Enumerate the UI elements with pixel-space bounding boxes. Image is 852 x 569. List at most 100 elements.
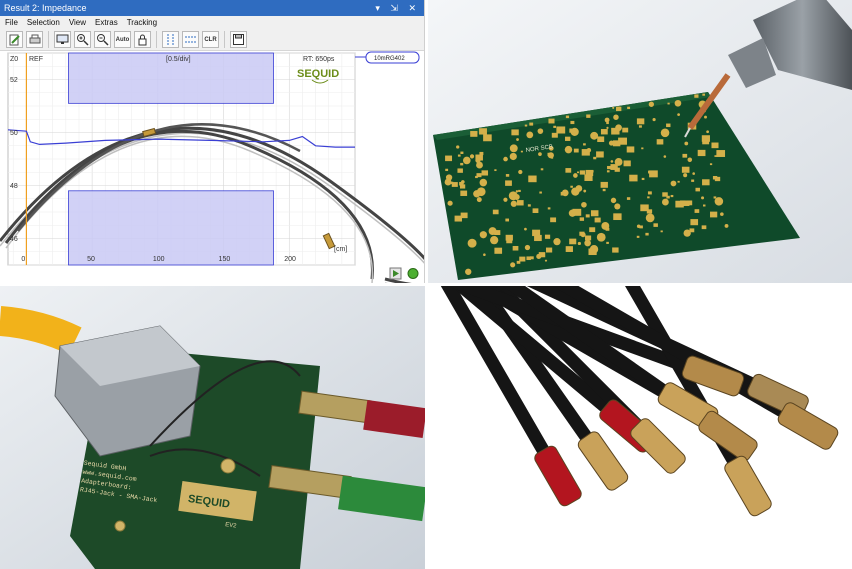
pcb-pad (605, 227, 610, 231)
pcb-pad (706, 130, 709, 134)
pcb-pad (683, 173, 688, 178)
pcb-pad (701, 225, 707, 230)
pcb-pad (566, 146, 570, 150)
pcb-pad (616, 106, 622, 112)
pcb-pad (479, 231, 487, 239)
menu-extras[interactable]: Extras (95, 16, 118, 29)
pcb-pad (627, 106, 631, 110)
save-icon[interactable] (230, 31, 247, 48)
pcb-pad (613, 114, 619, 120)
menu-selection[interactable]: Selection (27, 16, 60, 29)
pcb-pad (611, 127, 620, 135)
pcb-pad (645, 232, 649, 236)
pcb-probe-photo: NOR SCB (428, 0, 852, 283)
pcb-pad (544, 259, 548, 262)
pcb-pad (614, 158, 623, 166)
pcb-pad (647, 191, 652, 195)
x-tick-label: 50 (87, 256, 95, 263)
pcb-pad (526, 131, 534, 139)
screen-icon[interactable] (54, 31, 71, 48)
pcb-pad (656, 139, 664, 145)
y-tick-label: 46 (10, 236, 18, 243)
pcb-pad (494, 230, 501, 235)
pcb-pad (623, 160, 631, 167)
pcb-pad (641, 177, 645, 181)
pcb-pad (648, 101, 655, 107)
pcb-pad (460, 162, 464, 166)
impedance-chart[interactable]: 52 50 48 46 0 50 100 150 200 Z0 REF [0.5/div] R… (0, 51, 425, 283)
status-led-icon (407, 268, 419, 279)
x-tick-label: 0 (21, 256, 25, 263)
pcb-pad (494, 247, 503, 254)
mounting-hole (220, 458, 236, 474)
pcb-pad (551, 132, 558, 138)
pcb-pad (536, 253, 542, 260)
pcb-pad (580, 232, 586, 238)
pcb-pad (469, 154, 475, 159)
pcb-pad (602, 188, 606, 192)
pcb-pad (695, 187, 700, 192)
lock-icon[interactable] (134, 31, 151, 48)
pcb-pad (704, 115, 707, 119)
pcb-pad (684, 141, 689, 146)
menu-view[interactable]: View (69, 16, 86, 29)
zoom-out-icon[interactable] (94, 31, 111, 48)
pcb-pad (581, 149, 590, 156)
menu-tracking[interactable]: Tracking (127, 16, 157, 29)
pcb-pad (509, 144, 518, 153)
pcb-pad (663, 155, 667, 158)
cable-assemblies-photo (428, 286, 852, 569)
markers-icon[interactable] (162, 31, 179, 48)
menu-bar: File Selection View Extras Tracking (0, 16, 424, 29)
pcb-pad (457, 168, 463, 173)
pcb-pad (570, 120, 575, 125)
pcb-pad (687, 157, 693, 163)
pcb-pad (537, 128, 544, 134)
pcb-pad (511, 129, 519, 136)
pcb-pad (590, 131, 599, 140)
x-tick-label: 100 (153, 256, 165, 263)
pcb-pad (677, 180, 680, 183)
auto-zoom-button[interactable]: Auto (114, 31, 131, 48)
zoom-in-icon[interactable] (74, 31, 91, 48)
pcb-pad (670, 194, 674, 198)
pcb-pad (547, 207, 551, 210)
pcb-pad (660, 230, 663, 233)
window-controls[interactable]: ▾ ⇲ ✕ (375, 0, 420, 16)
menu-file[interactable]: File (5, 16, 18, 29)
cables-photo-image (428, 286, 852, 569)
pcb-pad (565, 136, 571, 141)
print-icon[interactable] (26, 31, 43, 48)
pcb-pad (516, 138, 519, 141)
pcb-pad (652, 118, 656, 122)
pcb-pad (520, 150, 523, 153)
pcb-pad (647, 196, 650, 199)
pcb-pad (534, 234, 542, 242)
clear-button[interactable]: CLR (202, 31, 219, 48)
pcb-pad (524, 227, 527, 231)
pcb-pad (565, 115, 570, 119)
pcb-pad (579, 170, 586, 175)
pcb-pad (445, 155, 453, 162)
pcb-pad (463, 156, 471, 165)
edit-icon[interactable] (6, 31, 23, 48)
pcb-pad (593, 156, 597, 160)
pcb-pad (550, 217, 557, 223)
pcb-pad (483, 134, 492, 142)
pcb-pad (645, 213, 655, 223)
y-tick-label: 52 (10, 77, 18, 84)
pcb-pad (573, 173, 578, 178)
pcb-pad (565, 246, 573, 252)
x-tick-label: 200 (284, 256, 296, 263)
grid-icon[interactable] (182, 31, 199, 48)
pcb-pad (515, 190, 519, 193)
pcb-pad (476, 173, 482, 178)
impedance-plot[interactable]: 52 50 48 46 0 50 100 150 200 Z0 REF [0.5/div] R… (0, 51, 425, 283)
pcb-photo-image: NOR SCB (428, 0, 852, 283)
pcb-pad (596, 232, 606, 242)
pcb-pad (473, 190, 481, 198)
pcb-pad (606, 170, 610, 173)
pcb-pad (575, 185, 583, 192)
rise-time-label: RT: 650ps (303, 56, 335, 63)
pcb-pad (579, 217, 585, 221)
